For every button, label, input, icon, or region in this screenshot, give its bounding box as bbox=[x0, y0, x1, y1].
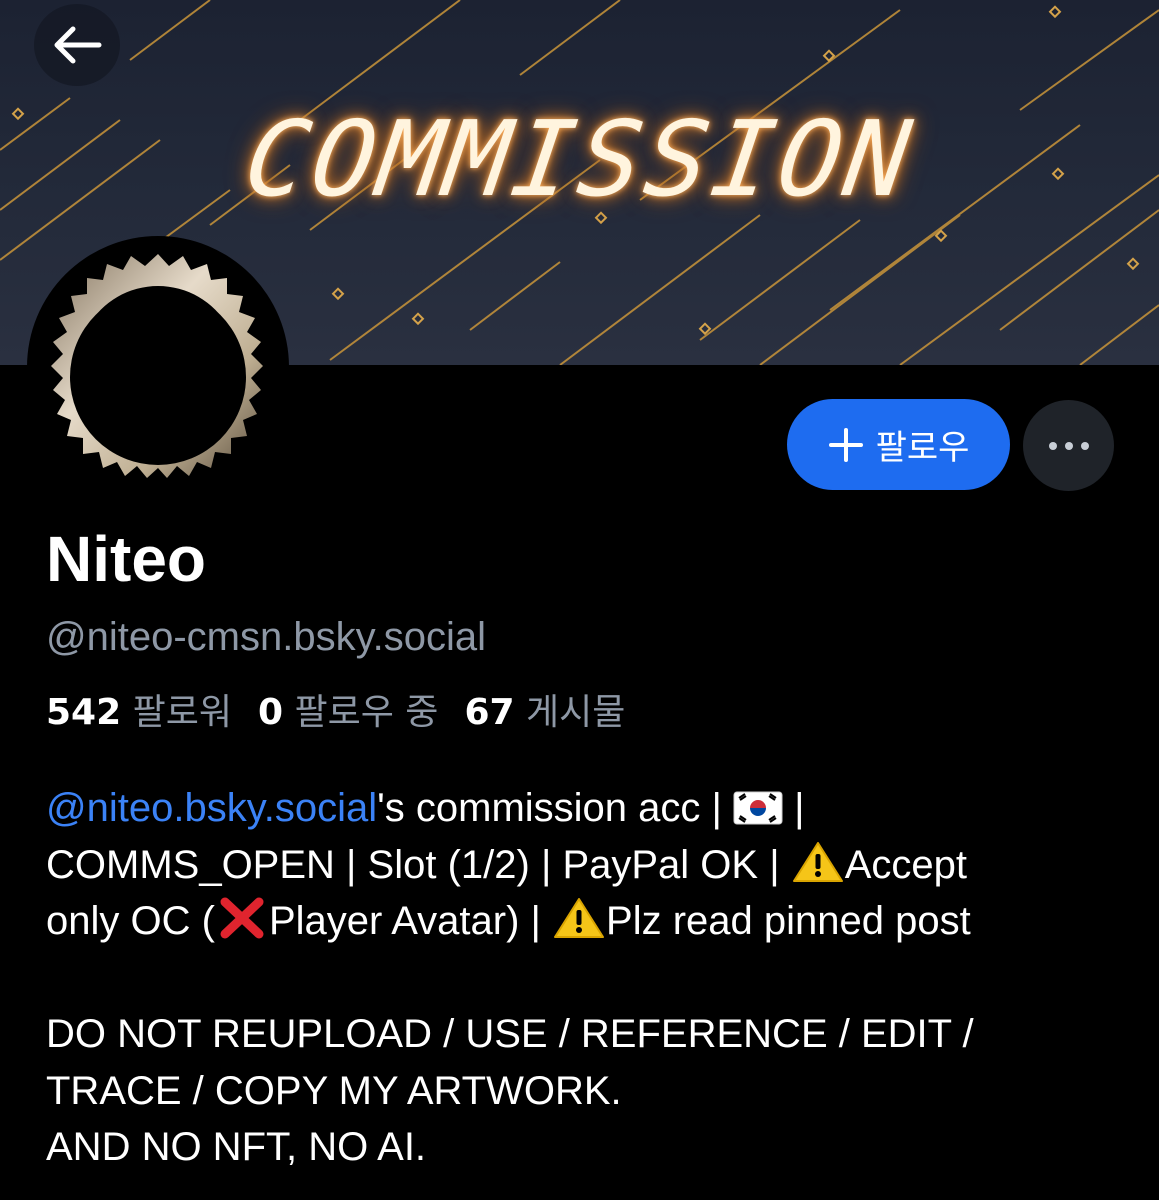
more-options-button[interactable] bbox=[1023, 400, 1114, 491]
bio-blank-line bbox=[46, 950, 1136, 1007]
red-x-icon bbox=[220, 897, 264, 939]
profile-bio: @niteo.bsky.social's commission acc | | … bbox=[46, 780, 1136, 1176]
posts-stat: 67 게시물 bbox=[464, 692, 625, 733]
display-name: Niteo bbox=[46, 523, 206, 595]
warning-icon bbox=[792, 841, 843, 882]
bio-line-3-text: only OC ( bbox=[46, 899, 215, 943]
bio-line-1: @niteo.bsky.social's commission acc | | bbox=[46, 780, 1136, 837]
ellipsis-icon bbox=[1048, 441, 1089, 450]
profile-stats: 542 팔로워 0 팔로우 중 67 게시물 bbox=[46, 688, 625, 738]
bio-line-2-end: Accept bbox=[844, 842, 968, 887]
back-button[interactable] bbox=[34, 4, 120, 86]
bio-mention-link[interactable]: @niteo.bsky.social bbox=[46, 786, 377, 830]
following-count: 0 bbox=[257, 692, 284, 733]
followers-stat[interactable]: 542 팔로워 bbox=[46, 692, 232, 733]
follow-button[interactable]: 팔로우 bbox=[787, 399, 1010, 490]
bio-line-3-end: Plz read pinned post bbox=[606, 899, 971, 943]
bio-line-3: only OC ( Player Avatar) | Plz read pinn… bbox=[46, 893, 1136, 950]
posts-label: 게시물 bbox=[526, 692, 626, 733]
bio-line-2: COMMS_OPEN | Slot (1/2) | PayPal OK | Ac… bbox=[46, 837, 1136, 894]
following-stat[interactable]: 0 팔로우 중 bbox=[258, 692, 438, 733]
bio-line-1-end: | bbox=[783, 786, 805, 830]
follow-label: 팔로우 bbox=[875, 428, 970, 468]
plus-icon bbox=[828, 427, 863, 462]
bio-line-2-text: COMMS_OPEN | Slot (1/2) | PayPal OK | bbox=[46, 842, 791, 887]
avatar[interactable] bbox=[27, 236, 289, 498]
bio-line-3-mid: Player Avatar) | bbox=[268, 899, 553, 943]
south-korea-flag-icon bbox=[733, 791, 783, 825]
profile-handle: @niteo-cmsn.bsky.social bbox=[46, 615, 486, 659]
warning-icon bbox=[554, 898, 605, 938]
banner-title: COMMISSION bbox=[237, 98, 922, 220]
bio-line-4: DO NOT REUPLOAD / USE / REFERENCE / EDIT… bbox=[46, 1012, 974, 1056]
following-label: 팔로우 중 bbox=[294, 692, 439, 733]
avatar-sawtooth-ring bbox=[51, 254, 263, 478]
followers-count: 542 bbox=[46, 692, 122, 733]
followers-label: 팔로워 bbox=[132, 692, 232, 733]
posts-count: 67 bbox=[464, 692, 515, 733]
bio-line-1-text: 's commission acc | bbox=[377, 786, 734, 830]
bio-line-6: AND NO NFT, NO AI. bbox=[46, 1125, 427, 1169]
bio-line-5: TRACE / COPY MY ARTWORK. bbox=[46, 1068, 622, 1113]
arrow-left-icon bbox=[54, 26, 102, 64]
